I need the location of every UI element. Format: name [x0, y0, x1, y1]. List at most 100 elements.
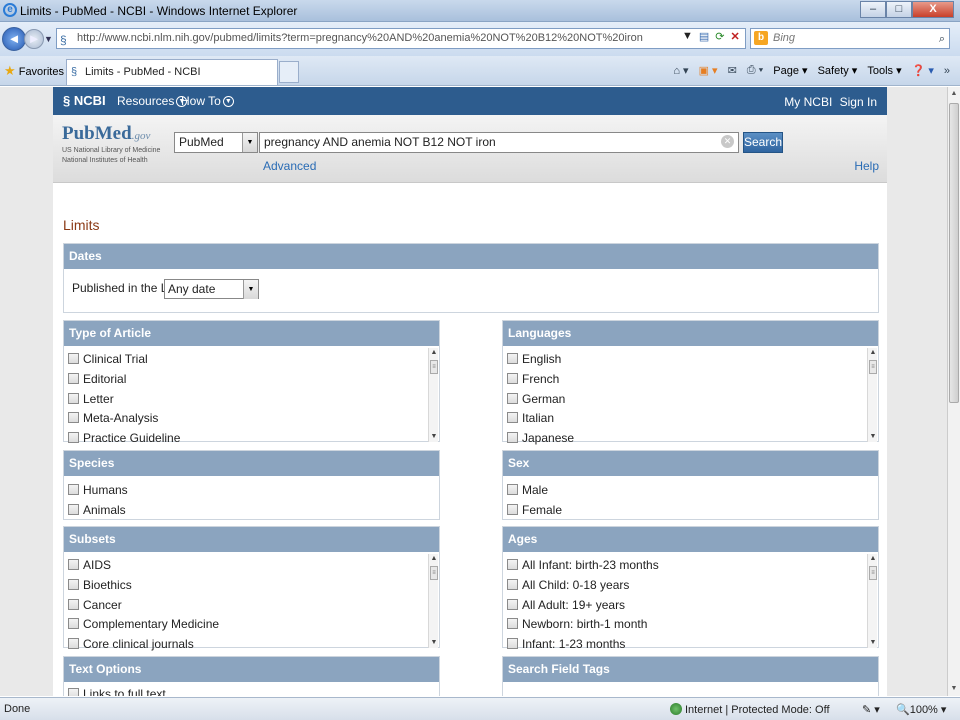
checkbox[interactable] — [507, 618, 518, 629]
list-item[interactable]: Links to full text — [68, 687, 166, 696]
list-item[interactable]: Italian — [507, 411, 554, 425]
page-menu[interactable]: Page ▾ — [773, 64, 807, 77]
checkbox[interactable] — [68, 618, 79, 629]
bing-search-input[interactable]: b Bing ⌕ — [750, 28, 950, 49]
stop-icon[interactable]: ✕ — [731, 30, 740, 43]
list-item[interactable]: Bioethics — [68, 578, 132, 592]
list-item[interactable]: French — [507, 372, 559, 386]
mail-icon[interactable]: ✉ — [728, 64, 737, 77]
list-item[interactable]: Japanese — [507, 431, 574, 445]
security-zone[interactable]: Internet | Protected Mode: Off — [670, 703, 830, 716]
list-item[interactable]: Newborn: birth-1 month — [507, 617, 647, 631]
list-item[interactable]: Male — [507, 483, 548, 497]
refresh-icon[interactable]: ⟳ — [715, 30, 724, 43]
help-link[interactable]: Help — [854, 159, 879, 173]
list-item[interactable]: English — [507, 352, 561, 366]
checkbox[interactable] — [68, 373, 79, 384]
scroll-thumb[interactable] — [949, 103, 959, 403]
favorites-button[interactable]: ★ Favorites — [4, 63, 64, 79]
more-commands-icon[interactable]: » — [944, 65, 950, 77]
sign-in-link[interactable]: Sign In — [840, 95, 877, 109]
checkbox[interactable] — [68, 432, 79, 443]
list-item[interactable]: All Child: 0-18 years — [507, 578, 629, 592]
zoom-control[interactable]: 🔍100% ▾ — [896, 703, 946, 716]
list-item[interactable]: Animals — [68, 503, 126, 517]
checkbox[interactable] — [507, 432, 518, 443]
checkbox[interactable] — [507, 559, 518, 570]
help-icon[interactable]: ❓ ▾ — [912, 64, 934, 77]
checkbox[interactable] — [507, 638, 518, 649]
checkbox[interactable] — [507, 599, 518, 610]
address-dropdown-icon[interactable]: ▼ — [682, 30, 693, 43]
checkbox[interactable] — [68, 353, 79, 364]
advanced-link[interactable]: Advanced — [263, 159, 316, 173]
checkbox[interactable] — [507, 373, 518, 384]
maximize-button[interactable]: □ — [886, 1, 912, 18]
list-item[interactable]: Practice Guideline — [68, 431, 180, 445]
close-window-button[interactable]: X — [912, 1, 954, 18]
checkbox[interactable] — [68, 638, 79, 649]
checkbox[interactable] — [68, 688, 79, 696]
search-input[interactable]: pregnancy AND anemia NOT B12 NOT iron ✕ — [259, 132, 739, 153]
compatibility-view-icon[interactable]: ▤ — [699, 30, 709, 43]
list-scrollbar[interactable]: ▲ ≡ ▼ — [428, 348, 438, 442]
list-item[interactable]: Letter — [68, 392, 114, 406]
list-item[interactable]: Humans — [68, 483, 128, 497]
checkbox[interactable] — [68, 412, 79, 423]
list-item[interactable]: All Infant: birth-23 months — [507, 558, 659, 572]
tools-menu[interactable]: Tools ▾ — [867, 64, 901, 77]
pubmed-logo[interactable]: PubMed.gov US National Library of Medici… — [62, 123, 172, 165]
address-input[interactable]: § http://www.ncbi.nlm.nih.gov/pubmed/lim… — [56, 28, 746, 49]
forward-button[interactable]: ► — [24, 29, 44, 49]
list-item[interactable]: AIDS — [68, 558, 111, 572]
list-scrollbar[interactable]: ▲ ≡ ▼ — [428, 554, 438, 648]
list-item[interactable]: All Adult: 19+ years — [507, 598, 625, 612]
database-select[interactable]: PubMed ▼ — [174, 132, 258, 153]
list-item[interactable]: Core clinical journals — [68, 637, 194, 651]
list-item[interactable]: Female — [507, 503, 562, 517]
popup-blocker-icon[interactable]: ✎ ▾ — [862, 703, 880, 716]
checkbox[interactable] — [507, 484, 518, 495]
date-range-select[interactable]: Any date ▼ — [164, 279, 259, 299]
resources-menu[interactable]: Resources ▼ — [117, 94, 188, 108]
list-item[interactable]: German — [507, 392, 565, 406]
new-tab-button[interactable] — [279, 61, 299, 83]
ncbi-logo[interactable]: § NCBI — [63, 93, 106, 108]
checkbox[interactable] — [68, 579, 79, 590]
home-icon[interactable]: ⌂ ▾ — [673, 64, 688, 77]
list-scrollbar[interactable]: ▲ ≡ ▼ — [867, 348, 877, 442]
list-item[interactable]: Cancer — [68, 598, 122, 612]
page-scrollbar[interactable]: ▲ ▼ — [947, 87, 960, 696]
my-ncbi-link[interactable]: My NCBI — [784, 95, 832, 109]
history-dropdown-icon[interactable]: ▼ — [44, 34, 53, 44]
tab-limits-pubmed[interactable]: § Limits - PubMed - NCBI — [66, 59, 278, 85]
checkbox[interactable] — [68, 599, 79, 610]
checkbox[interactable] — [507, 393, 518, 404]
scroll-up-icon[interactable]: ▲ — [948, 87, 960, 101]
print-icon[interactable]: ⎙ ▾ — [747, 64, 763, 77]
list-scrollbar[interactable]: ▲ ≡ ▼ — [867, 554, 877, 648]
checkbox[interactable] — [507, 579, 518, 590]
search-icon[interactable]: ⌕ — [939, 30, 945, 49]
safety-menu[interactable]: Safety ▾ — [818, 64, 858, 77]
checkbox[interactable] — [507, 504, 518, 515]
list-item[interactable]: Clinical Trial — [68, 352, 148, 366]
checkbox[interactable] — [68, 559, 79, 570]
back-button[interactable]: ◄ — [2, 27, 26, 51]
clear-search-icon[interactable]: ✕ — [721, 135, 734, 148]
chevron-down-icon: ▼ — [242, 133, 257, 152]
checkbox[interactable] — [507, 412, 518, 423]
scroll-down-icon[interactable]: ▼ — [948, 682, 960, 696]
howto-menu[interactable]: How To ▼ — [181, 94, 234, 108]
rss-feed-icon[interactable]: ▣ ▾ — [699, 64, 718, 77]
checkbox[interactable] — [68, 504, 79, 515]
search-button[interactable]: Search — [743, 132, 783, 153]
minimize-button[interactable]: – — [860, 1, 886, 18]
checkbox[interactable] — [507, 353, 518, 364]
checkbox[interactable] — [68, 393, 79, 404]
checkbox[interactable] — [68, 484, 79, 495]
list-item[interactable]: Complementary Medicine — [68, 617, 219, 631]
list-item[interactable]: Editorial — [68, 372, 126, 386]
list-item[interactable]: Infant: 1-23 months — [507, 637, 625, 651]
list-item[interactable]: Meta-Analysis — [68, 411, 158, 425]
